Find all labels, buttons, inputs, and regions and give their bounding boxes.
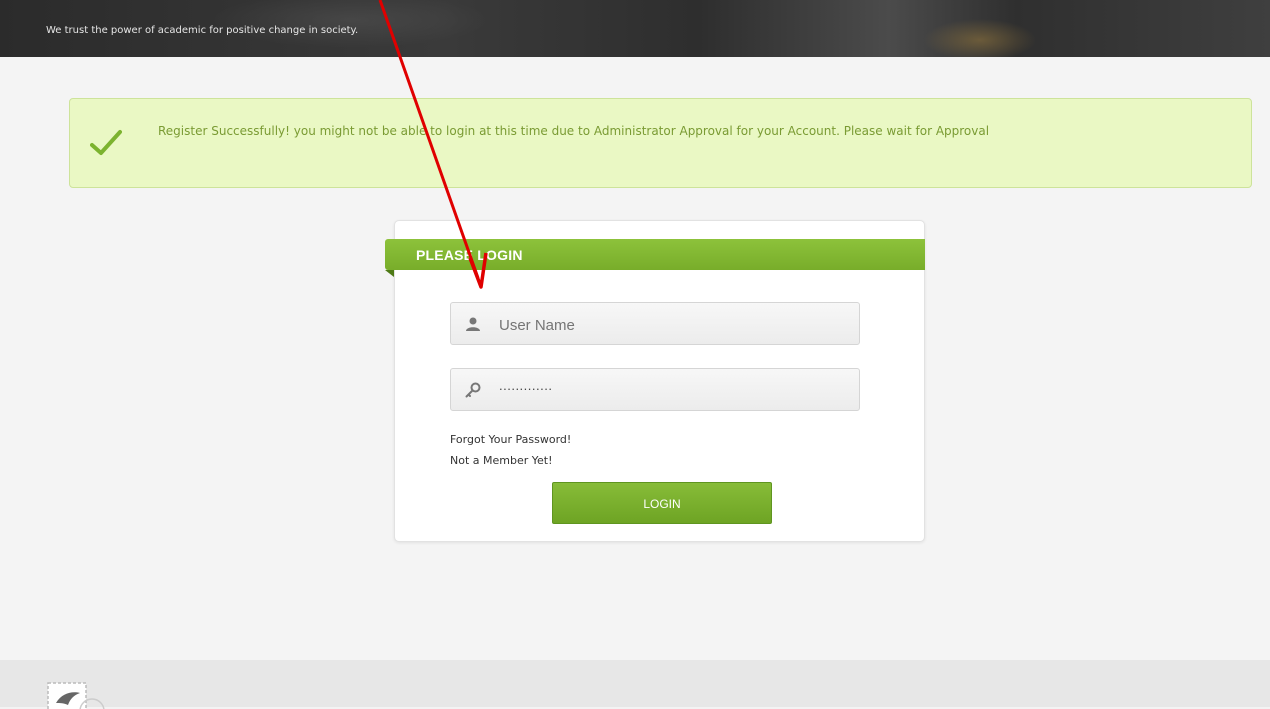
key-icon: [465, 382, 481, 398]
login-button[interactable]: LOGIN: [552, 482, 772, 524]
user-icon: [466, 317, 480, 331]
ribbon-fold: [385, 270, 394, 277]
not-a-member-link[interactable]: Not a Member Yet!: [450, 450, 571, 471]
username-input[interactable]: [497, 312, 841, 338]
login-title: PLEASE LOGIN: [416, 247, 523, 263]
forgot-password-link[interactable]: Forgot Your Password!: [450, 429, 571, 450]
login-links: Forgot Your Password! Not a Member Yet!: [450, 429, 571, 471]
success-alert: Register Successfully! you might not be …: [69, 98, 1252, 188]
site-tagline: We trust the power of academic for posit…: [46, 25, 359, 36]
bird-stamp-icon: [47, 682, 105, 709]
top-banner: We trust the power of academic for posit…: [0, 0, 1270, 57]
footer: [0, 660, 1270, 707]
password-field[interactable]: .............: [450, 368, 860, 411]
alert-message: Register Successfully! you might not be …: [158, 124, 990, 138]
checkmark-icon: [90, 130, 122, 155]
password-value: .............: [499, 378, 553, 393]
username-field[interactable]: [450, 302, 860, 345]
